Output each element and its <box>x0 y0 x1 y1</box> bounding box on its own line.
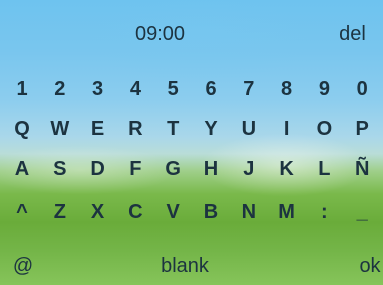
key-p[interactable]: P <box>347 117 377 141</box>
key-5[interactable]: 5 <box>158 77 188 101</box>
key-underscore[interactable]: _ <box>347 200 377 224</box>
key-9[interactable]: 9 <box>309 77 339 101</box>
key-o[interactable]: O <box>309 117 339 141</box>
key-1[interactable]: 1 <box>7 77 37 101</box>
key-w[interactable]: W <box>45 117 75 141</box>
key-t[interactable]: T <box>158 117 188 141</box>
key-u[interactable]: U <box>234 117 264 141</box>
key-q[interactable]: Q <box>7 117 37 141</box>
key-n[interactable]: N <box>234 200 264 224</box>
key-a[interactable]: A <box>7 157 37 181</box>
key-6[interactable]: 6 <box>196 77 226 101</box>
key-g[interactable]: G <box>158 157 188 181</box>
key-l[interactable]: L <box>309 157 339 181</box>
key-4[interactable]: 4 <box>120 77 150 101</box>
key-z[interactable]: Z <box>45 200 75 224</box>
blank-key[interactable]: blank <box>140 254 230 278</box>
clock-display: 09:00 <box>134 23 186 45</box>
key-x[interactable]: X <box>83 200 113 224</box>
key-3[interactable]: 3 <box>83 77 113 101</box>
key-7[interactable]: 7 <box>234 77 264 101</box>
delete-button[interactable]: del <box>330 22 375 46</box>
key-8[interactable]: 8 <box>272 77 302 101</box>
at-key[interactable]: @ <box>8 254 38 278</box>
key-c[interactable]: C <box>120 200 150 224</box>
key-d[interactable]: D <box>83 157 113 181</box>
key-v[interactable]: V <box>158 200 188 224</box>
key-i[interactable]: I <box>272 117 302 141</box>
key-j[interactable]: J <box>234 157 264 181</box>
key-y[interactable]: Y <box>196 117 226 141</box>
key-m[interactable]: M <box>272 200 302 224</box>
key-r[interactable]: R <box>120 117 150 141</box>
key-caret[interactable]: ^ <box>7 200 37 224</box>
key-n-tilde[interactable]: Ñ <box>347 157 377 181</box>
key-0[interactable]: 0 <box>347 77 377 101</box>
key-2[interactable]: 2 <box>45 77 75 101</box>
key-colon[interactable]: : <box>309 200 339 224</box>
key-e[interactable]: E <box>83 117 113 141</box>
key-h[interactable]: H <box>196 157 226 181</box>
ok-key[interactable]: ok <box>350 254 383 278</box>
key-f[interactable]: F <box>120 157 150 181</box>
key-k[interactable]: K <box>272 157 302 181</box>
key-b[interactable]: B <box>196 200 226 224</box>
key-s[interactable]: S <box>45 157 75 181</box>
